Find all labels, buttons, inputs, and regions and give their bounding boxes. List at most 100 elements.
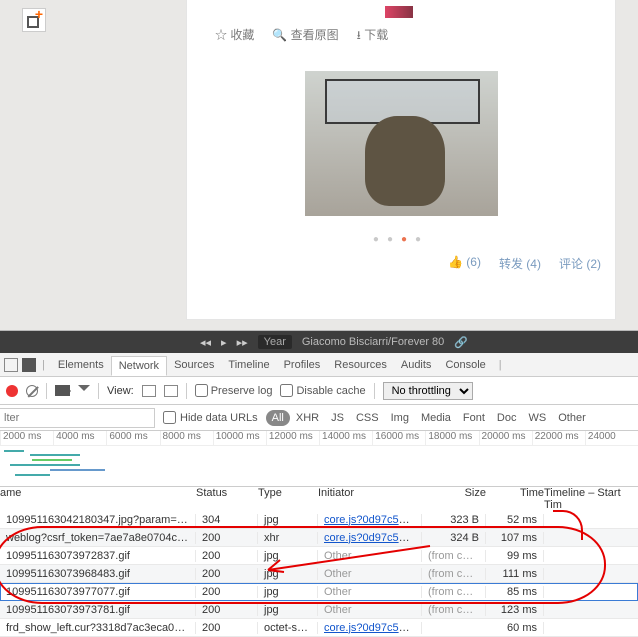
- timeline-tick: 8000 ms: [160, 431, 213, 445]
- filter-type-xhr[interactable]: XHR: [290, 410, 325, 426]
- cell-initiator[interactable]: core.js?0d97c537a3…: [318, 532, 422, 544]
- cell: 200: [196, 604, 258, 616]
- cell: jpg: [258, 550, 318, 562]
- table-row[interactable]: 109951163073968483.gif200jpgOther(from c…: [0, 565, 638, 583]
- download-button[interactable]: ⭳ 下载: [357, 26, 389, 47]
- cell: 324 B: [422, 532, 486, 544]
- dot-active[interactable]: ●: [401, 234, 415, 245]
- network-grid-header: ame Status Type Initiator Size Time Time…: [0, 487, 638, 511]
- next-track-icon[interactable]: ▸▸: [237, 336, 248, 349]
- filter-type-font[interactable]: Font: [457, 410, 491, 426]
- timeline-tick: 2000 ms: [0, 431, 53, 445]
- table-row[interactable]: 109951163073977077.gif200jpgOther(from c…: [0, 583, 638, 601]
- view-original-button[interactable]: 🔍 查看原图: [272, 26, 338, 47]
- view-label: View:: [107, 385, 134, 397]
- tab-profiles[interactable]: Profiles: [277, 356, 328, 374]
- cell: 200: [196, 550, 258, 562]
- table-row[interactable]: 109951163073973781.gif200jpgOther(from c…: [0, 601, 638, 619]
- filter-type-media[interactable]: Media: [415, 410, 457, 426]
- col-type[interactable]: Type: [258, 487, 318, 511]
- tab-sources[interactable]: Sources: [167, 356, 221, 374]
- cell-initiator: Other: [318, 604, 422, 616]
- filter-type-ws[interactable]: WS: [522, 410, 552, 426]
- col-size[interactable]: Size: [422, 487, 486, 511]
- play-icon[interactable]: ▸: [221, 336, 227, 349]
- timeline-overview[interactable]: 2000 ms4000 ms6000 ms8000 ms10000 ms1200…: [0, 431, 638, 487]
- clear-button[interactable]: [26, 385, 38, 397]
- cell-initiator: Other: [318, 550, 422, 562]
- dot[interactable]: ●: [387, 234, 401, 245]
- gif-preview[interactable]: [305, 71, 498, 216]
- cell: 60 ms: [486, 622, 544, 634]
- webpage-area: + ☆ 收藏 🔍 查看原图 ⭳ 下载 ●●●● 👍 (6) 转发 (4) 评论 …: [0, 0, 638, 330]
- timeline-tick: 6000 ms: [106, 431, 159, 445]
- table-row[interactable]: weblog?csrf_token=7ae7a8e0704c60b…200xhr…: [0, 529, 638, 547]
- plus-icon: +: [35, 6, 43, 22]
- timeline-tick: 24000: [585, 431, 638, 445]
- year-badge: Year: [258, 335, 292, 349]
- devtools-panel: ◂◂ ▸ ▸▸ Year Giacomo Bisciarri/Forever 8…: [0, 330, 638, 626]
- tab-console[interactable]: Console: [438, 356, 492, 374]
- preserve-log-checkbox[interactable]: Preserve log: [195, 384, 273, 397]
- view-large-icon[interactable]: [142, 385, 156, 397]
- link-icon[interactable]: 🔗: [454, 336, 468, 349]
- throttling-select[interactable]: No throttling: [383, 382, 473, 400]
- dot[interactable]: ●: [415, 234, 429, 245]
- social-actions: 👍 (6) 转发 (4) 评论 (2): [201, 255, 601, 272]
- col-timeline[interactable]: Timeline – Start Tim: [544, 487, 638, 511]
- cell-initiator[interactable]: core.js?0d97c537a3…: [318, 622, 422, 634]
- hide-data-urls-checkbox[interactable]: Hide data URLs: [163, 411, 258, 424]
- network-grid-body: 109951163042180347.jpg?param=338y…304jpg…: [0, 511, 638, 637]
- cell-initiator[interactable]: core.js?0d97c537a3…: [318, 514, 422, 526]
- cell: (from cach…: [422, 568, 486, 580]
- prev-track-icon[interactable]: ◂◂: [200, 336, 211, 349]
- avatar: [385, 6, 413, 18]
- cell: 111 ms: [486, 568, 544, 580]
- cell: (from cach…: [422, 586, 486, 598]
- tab-audits[interactable]: Audits: [394, 356, 439, 374]
- col-time[interactable]: Time: [486, 487, 544, 511]
- cell: 109951163073968483.gif: [0, 568, 196, 580]
- table-row[interactable]: 109951163073972837.gif200jpgOther(from c…: [0, 547, 638, 565]
- filter-type-css[interactable]: CSS: [350, 410, 385, 426]
- record-button[interactable]: [6, 385, 18, 397]
- col-name[interactable]: ame: [0, 487, 196, 511]
- inspect-icon[interactable]: [4, 358, 18, 372]
- cell-initiator: Other: [318, 586, 422, 598]
- col-initiator[interactable]: Initiator: [318, 487, 422, 511]
- filter-type-doc[interactable]: Doc: [491, 410, 523, 426]
- filter-type-all[interactable]: All: [266, 410, 290, 426]
- cell: (from cach…: [422, 604, 486, 616]
- table-row[interactable]: frd_show_left.cur?3318d7ac3eca011049…200…: [0, 619, 638, 637]
- disable-cache-checkbox[interactable]: Disable cache: [280, 384, 365, 397]
- forward-button[interactable]: 转发 (4): [499, 255, 541, 272]
- filter-type-other[interactable]: Other: [552, 410, 592, 426]
- dot[interactable]: ●: [373, 234, 387, 245]
- cell: 109951163073972837.gif: [0, 550, 196, 562]
- cell: 200: [196, 622, 258, 634]
- view-small-icon[interactable]: [164, 385, 178, 397]
- tab-timeline[interactable]: Timeline: [221, 356, 276, 374]
- filter-input[interactable]: [0, 408, 155, 428]
- cell: octet-stre…: [258, 622, 318, 634]
- comment-button[interactable]: 评论 (2): [559, 255, 601, 272]
- tab-resources[interactable]: Resources: [327, 356, 394, 374]
- timeline-tick: 12000 ms: [266, 431, 319, 445]
- devtools-tabs: | ElementsNetworkSourcesTimelineProfiles…: [0, 353, 638, 377]
- device-icon[interactable]: [22, 358, 36, 372]
- filter-type-img[interactable]: Img: [385, 410, 415, 426]
- cell: weblog?csrf_token=7ae7a8e0704c60b…: [0, 532, 196, 544]
- col-status[interactable]: Status: [196, 487, 258, 511]
- like-button[interactable]: 👍 (6): [448, 255, 481, 272]
- carousel-dots[interactable]: ●●●●: [201, 234, 601, 245]
- screenshot-button[interactable]: [55, 385, 70, 396]
- timeline-tick: 10000 ms: [213, 431, 266, 445]
- new-tab-button[interactable]: +: [22, 8, 46, 32]
- cell: frd_show_left.cur?3318d7ac3eca011049…: [0, 622, 196, 634]
- tab-elements[interactable]: Elements: [51, 356, 111, 374]
- table-row[interactable]: 109951163042180347.jpg?param=338y…304jpg…: [0, 511, 638, 529]
- favorite-button[interactable]: ☆ 收藏: [215, 26, 254, 47]
- tab-network[interactable]: Network: [111, 356, 167, 376]
- filter-toggle-icon[interactable]: [78, 385, 90, 397]
- filter-type-js[interactable]: JS: [325, 410, 350, 426]
